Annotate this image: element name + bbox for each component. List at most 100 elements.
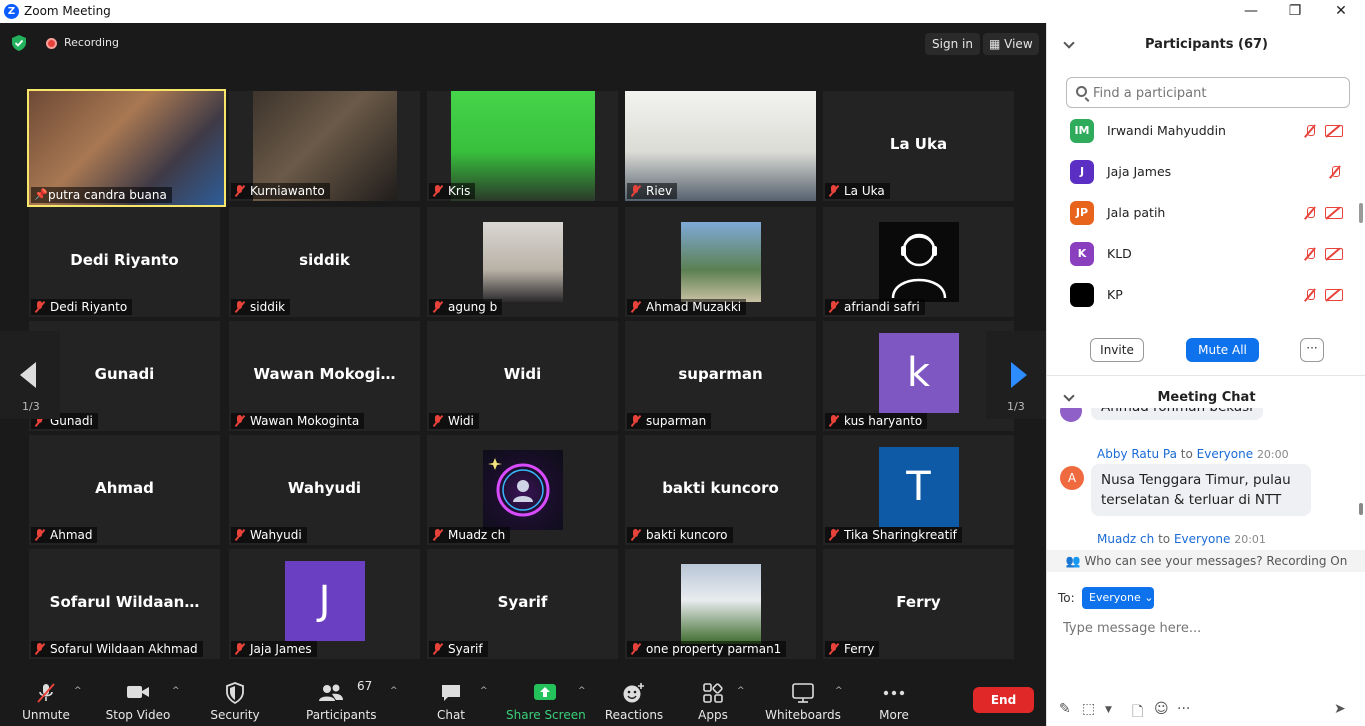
participant-row[interactable]: J Jaja James [1047,152,1365,193]
microphone-muted-icon [828,415,840,427]
minimize-button[interactable]: — [1236,1,1266,21]
share-options-caret-icon[interactable]: ^ [578,686,586,696]
tile-name-bar: siddik [231,299,291,315]
tile-participant-name: La Uka [844,184,885,198]
video-tile[interactable]: suparman suparman [625,321,816,431]
tile-participant-name: putra candra buana [48,188,167,202]
video-tile[interactable]: Wahyudi Wahyudi [229,435,420,545]
tile-participant-name: Syarif [448,642,483,656]
video-tile[interactable]: J Jaja James [229,549,420,659]
share-screen-button[interactable]: Share Screen [506,672,586,726]
audio-options-caret-icon[interactable]: ^ [74,686,82,696]
screenshot-options-caret-icon[interactable]: ▼ [1105,705,1112,715]
participant-name: Jaja James [1107,164,1172,179]
close-button[interactable]: ✕ [1326,1,1356,21]
microphone-muted-icon[interactable] [1328,165,1342,179]
chat-button[interactable]: Chat [428,672,474,726]
video-tile[interactable]: Ahmad Muzakki [625,207,816,317]
tile-participant-name: afriandi safri [844,300,920,314]
video-tile[interactable]: T Tika Sharingkreatif [823,435,1014,545]
chat-options-caret-icon[interactable]: ^ [480,686,488,696]
mute-all-button[interactable]: Mute All [1186,338,1259,362]
unmute-button[interactable]: Unmute [18,672,74,726]
video-tile[interactable]: one property parman1 [625,549,816,659]
video-tile[interactable]: Kris [427,91,618,201]
participants-scrollbar[interactable] [1359,203,1363,223]
send-icon[interactable]: ➤ [1334,701,1346,717]
end-meeting-button[interactable]: End [973,687,1034,713]
participants-more-button[interactable]: ··· [1300,338,1324,362]
microphone-muted-icon [234,529,246,541]
video-tile[interactable]: Kurniawanto [229,91,420,201]
chat-message-input[interactable] [1063,617,1343,639]
video-tile[interactable]: Widi Widi [427,321,618,431]
screenshot-icon[interactable]: ⬚ [1082,701,1095,717]
participant-name: Irwandi Mahyuddin [1107,123,1226,138]
participants-button[interactable]: 67 Participants [306,672,377,726]
encryption-shield-icon[interactable] [12,35,26,51]
more-button[interactable]: More [870,672,918,726]
participant-row[interactable]: JP Jala patih [1047,193,1365,234]
participant-search-input[interactable] [1093,84,1343,102]
tile-name-bar: Dedi Riyanto [31,299,133,315]
apps-button[interactable]: Apps [690,672,736,726]
participants-options-caret-icon[interactable]: ^ [390,686,398,696]
video-tile[interactable]: Wawan Mokogi… Wawan Mokoginta [229,321,420,431]
tile-participant-name: Riev [646,184,673,198]
security-button[interactable]: Security [207,672,263,726]
participant-avatar: IM [1070,119,1094,143]
video-tile[interactable]: La Uka La Uka [823,91,1014,201]
video-tile[interactable]: 📌 putra candra buana [27,89,226,207]
file-icon[interactable]: 🗋 [1132,701,1143,725]
participant-row[interactable]: K KLD [1047,234,1365,275]
tile-participant-name: Ferry [844,642,875,656]
microphone-muted-icon[interactable] [1303,288,1317,302]
video-off-icon[interactable] [1325,125,1343,137]
participant-search[interactable] [1066,77,1350,108]
video-tile[interactable]: Muadz ch [427,435,618,545]
recording-label[interactable]: Recording [64,36,119,49]
whiteboards-button[interactable]: Whiteboards [764,672,842,726]
participant-row[interactable]: KP [1047,275,1365,316]
stop-video-button[interactable]: Stop Video [104,672,172,726]
microphone-muted-icon[interactable] [1303,124,1317,138]
video-off-icon[interactable] [1325,207,1343,219]
video-tile[interactable]: Dedi Riyanto Dedi Riyanto [29,207,220,317]
page-indicator-right: 1/3 [1007,400,1025,413]
invite-button[interactable]: Invite [1090,338,1144,362]
microphone-muted-icon[interactable] [1303,247,1317,261]
video-options-caret-icon[interactable]: ^ [172,686,180,696]
participant-row[interactable]: IM Irwandi Mahyuddin [1047,111,1365,152]
maximize-button[interactable]: ❐ [1280,1,1310,21]
chat-visibility-notice[interactable]: 👥 Who can see your messages? Recording O… [1047,550,1365,572]
view-button[interactable]: ▦ View [983,33,1039,55]
emoji-icon[interactable]: ☺ [1154,701,1169,717]
tile-name-bar: Widi [429,413,479,429]
whiteboards-options-caret-icon[interactable]: ^ [835,686,843,696]
video-off-icon[interactable] [1325,289,1343,301]
format-text-icon[interactable]: ✎ [1059,701,1071,717]
video-stage: Recording Sign in ▦ View 📌 putra candra b… [0,23,1046,726]
video-tile[interactable]: siddik siddik [229,207,420,317]
video-tile[interactable]: afriandi safri [823,207,1014,317]
tile-name-bar: Ahmad Muzakki [627,299,747,315]
video-tile[interactable]: agung b [427,207,618,317]
microphone-muted-icon[interactable] [1303,206,1317,220]
chat-scrollbar[interactable] [1359,503,1363,515]
video-tile[interactable]: Ferry Ferry [823,549,1014,659]
microphone-muted-icon [234,185,246,197]
video-tile[interactable]: bakti kuncoro bakti kuncoro [625,435,816,545]
more-dots-icon[interactable]: ··· [1177,701,1190,717]
video-tile[interactable]: Sofarul Wildaan… Sofarul Wildaan Akhmad [29,549,220,659]
video-tile[interactable]: Syarif Syarif [427,549,618,659]
participant-name: KP [1107,287,1123,302]
video-tile[interactable]: Ahmad Ahmad [29,435,220,545]
collapse-participants-chevron-icon[interactable] [1063,37,1075,49]
sign-in-button[interactable]: Sign in [925,33,980,55]
chat-recipient-select[interactable]: Everyone ⌄ [1082,587,1154,609]
apps-options-caret-icon[interactable]: ^ [737,686,745,696]
video-tile[interactable]: Riev [625,91,816,201]
video-off-icon[interactable] [1325,248,1343,260]
reactions-button[interactable]: Reactions [602,672,666,726]
collapse-chat-chevron-icon[interactable] [1063,390,1075,402]
